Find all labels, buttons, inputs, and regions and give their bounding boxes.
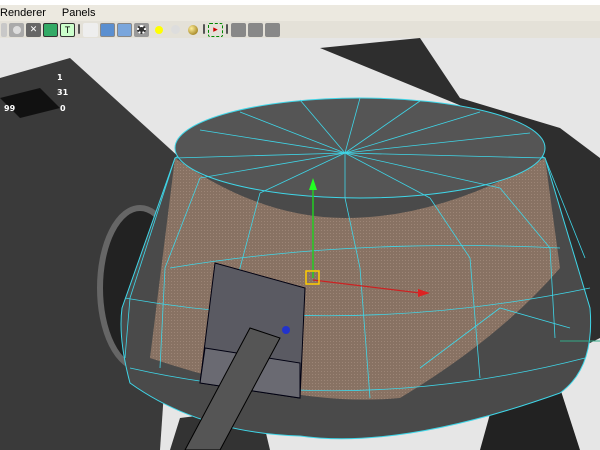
hud-value: 99 bbox=[4, 104, 16, 113]
3d-viewport[interactable]: 1 31 99 0 bbox=[0, 38, 600, 450]
all-lights-icon[interactable] bbox=[185, 23, 200, 37]
text-icon-label: T bbox=[64, 24, 71, 35]
xray-icon[interactable] bbox=[43, 22, 58, 37]
toolbar-separator bbox=[225, 24, 229, 36]
menu-bar: Renderer Panels bbox=[0, 0, 600, 21]
hud-value: 0 bbox=[60, 104, 66, 113]
text-icon[interactable]: T bbox=[60, 22, 75, 37]
smooth-shaded-icon[interactable] bbox=[100, 22, 115, 37]
panel-toolbar: ✕ T ▸ bbox=[0, 21, 600, 38]
menu-panels[interactable]: Panels bbox=[62, 7, 96, 19]
shaded-box-icon[interactable] bbox=[83, 22, 98, 37]
default-light-icon[interactable] bbox=[168, 23, 183, 37]
light-icon[interactable] bbox=[151, 23, 166, 37]
component-icon[interactable] bbox=[265, 22, 280, 37]
hud-value: 1 bbox=[57, 73, 63, 82]
viewport-scene bbox=[0, 38, 600, 450]
xray-joints-icon[interactable] bbox=[248, 22, 263, 37]
grid-icon[interactable] bbox=[1, 22, 7, 37]
camera-icon[interactable] bbox=[9, 22, 24, 37]
hud-value: 31 bbox=[57, 88, 69, 97]
xray-mode-icon[interactable] bbox=[231, 22, 246, 37]
bounding-box-icon[interactable] bbox=[117, 22, 132, 37]
menu-renderer[interactable]: Renderer bbox=[0, 7, 46, 19]
wireframe-icon[interactable]: ✕ bbox=[26, 22, 41, 37]
polygon-mesh[interactable] bbox=[120, 97, 592, 440]
manipulator-pivot[interactable] bbox=[282, 326, 290, 334]
toolbar-separator bbox=[202, 24, 206, 36]
isolate-select-icon[interactable]: ▸ bbox=[208, 22, 223, 37]
toolbar-separator bbox=[77, 24, 81, 36]
texture-icon[interactable] bbox=[134, 22, 149, 37]
